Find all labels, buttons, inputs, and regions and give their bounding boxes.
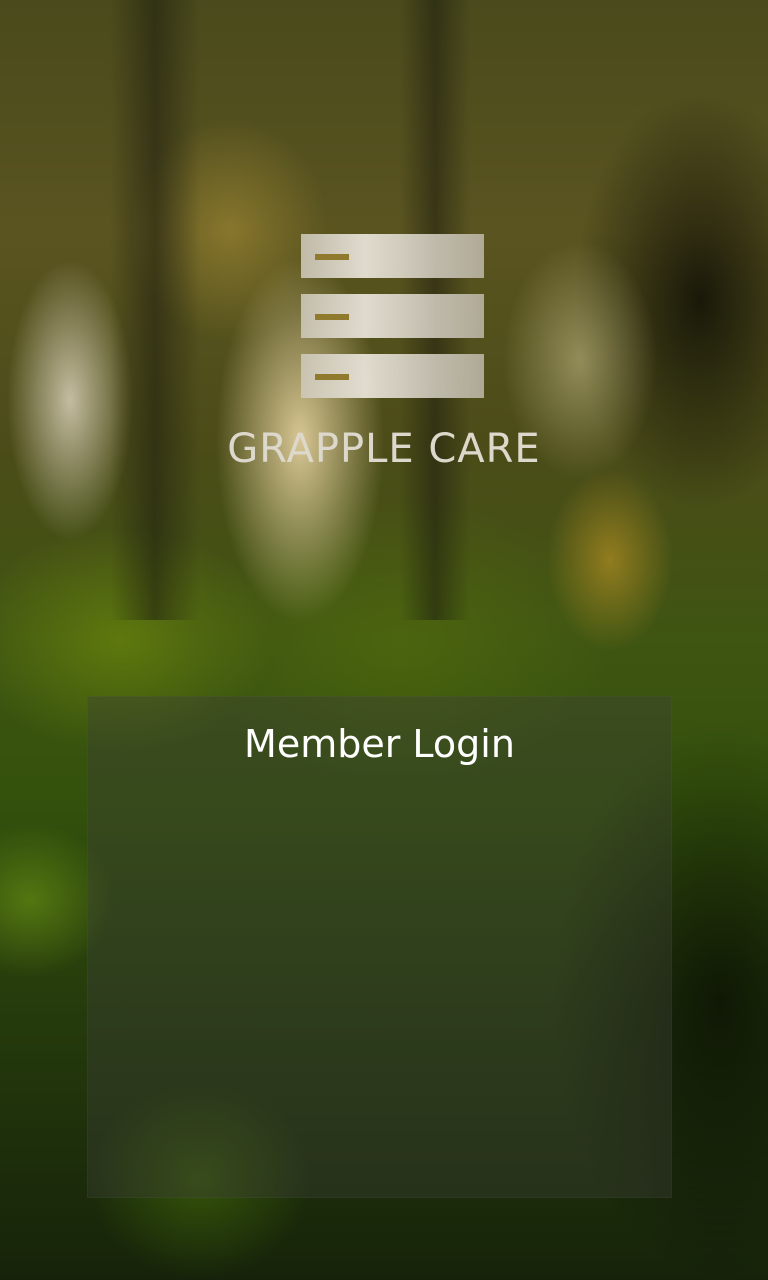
logo-bar-dash — [315, 374, 349, 380]
login-panel-title: Member Login — [244, 722, 515, 766]
logo-bar-dash — [315, 314, 349, 320]
app-logo-icon — [301, 234, 484, 398]
login-panel: Member Login — [87, 696, 672, 1198]
app-brand-name: GRAPPLE CARE — [227, 426, 541, 472]
background-trunk — [110, 0, 200, 620]
logo-bar — [301, 354, 484, 398]
logo-bar-dash — [315, 254, 349, 260]
logo-bar — [301, 294, 484, 338]
logo-bar — [301, 234, 484, 278]
